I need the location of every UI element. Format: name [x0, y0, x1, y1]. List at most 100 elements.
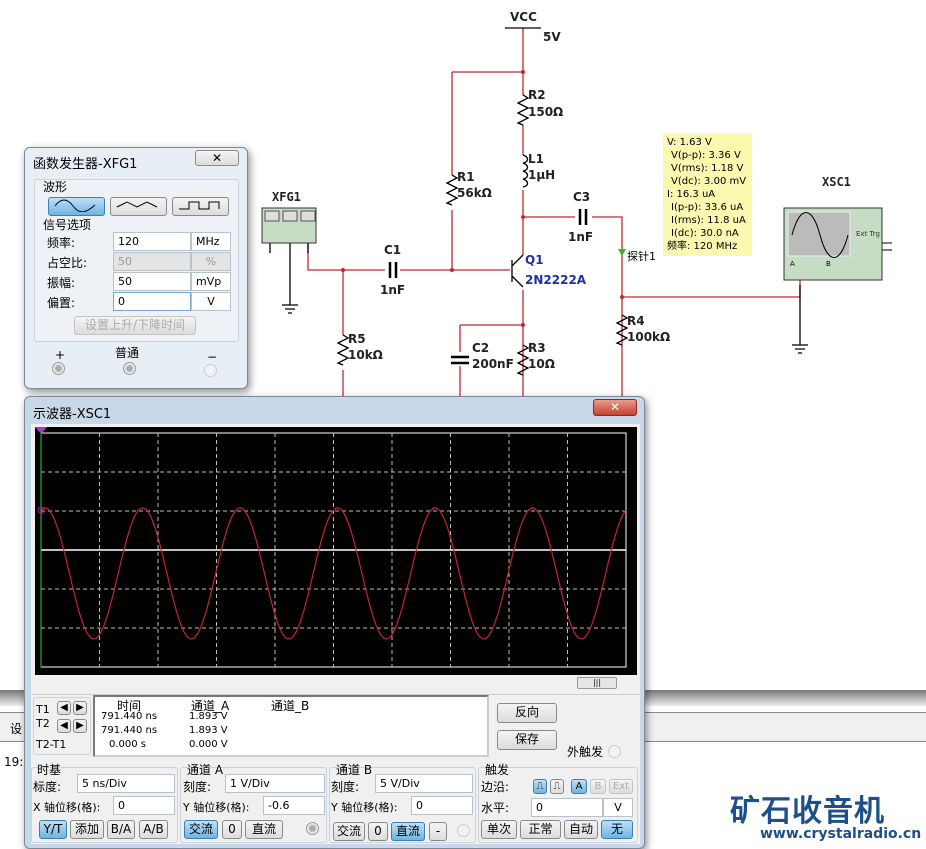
x-position-input[interactable]: 0: [113, 796, 175, 815]
trigger-source-b[interactable]: B: [590, 779, 606, 794]
channel-a-dc-button[interactable]: 直流: [245, 820, 283, 839]
ab-button[interactable]: A/B: [139, 820, 168, 839]
vcc-value: 5V: [543, 30, 561, 44]
channel-b-terminal[interactable]: [457, 824, 470, 837]
c2-value: 200nF: [472, 357, 514, 371]
amplitude-input[interactable]: 50: [113, 272, 191, 291]
t2-left-button[interactable]: ◀: [57, 719, 71, 733]
save-button[interactable]: 保存: [497, 730, 557, 750]
channel-b-dc-button[interactable]: 直流: [391, 822, 425, 841]
offset-unit[interactable]: V: [191, 292, 231, 311]
arrow-right-icon: ▶: [76, 720, 84, 731]
sine-wave-button[interactable]: [48, 197, 105, 216]
background-text: 19:: [4, 755, 24, 769]
plus-terminal[interactable]: [52, 362, 65, 375]
r1-name: R1: [457, 170, 475, 184]
square-wave-button[interactable]: [172, 197, 229, 216]
amplitude-unit[interactable]: mVp: [191, 272, 231, 291]
scope-screen[interactable]: [35, 427, 637, 675]
offset-label: 偏置:: [47, 296, 76, 310]
l1-value: 1µH: [528, 168, 556, 182]
channel-a-ypos-input[interactable]: -0.6: [263, 796, 325, 815]
r2-resistor: [516, 94, 530, 126]
q1-name: Q1: [525, 253, 544, 267]
channel-a-scale-input[interactable]: 1 V/Div: [225, 774, 325, 793]
triangle-wave-button[interactable]: [110, 197, 167, 216]
t1-channel-a: 1.893 V: [189, 711, 228, 722]
close-icon: ✕: [211, 151, 223, 165]
probe-reading: I(rms): 11.8 uA: [671, 215, 746, 226]
ext-trg-label: Ext Trg: [856, 230, 880, 238]
offset-input[interactable]: 0: [113, 292, 191, 311]
trigger-level-input[interactable]: 0: [531, 798, 603, 817]
channel-b-ypos-input[interactable]: 0: [411, 796, 473, 815]
c2-name: C2: [472, 341, 490, 355]
r3-value: 10Ω: [528, 357, 555, 371]
scope-background: [35, 427, 637, 675]
reverse-button[interactable]: 反向: [497, 703, 557, 723]
timebase-scale-input[interactable]: 5 ns/Div: [77, 774, 175, 793]
t1-right-button[interactable]: ▶: [73, 701, 87, 715]
ground-symbol: [282, 243, 298, 314]
t2-right-button[interactable]: ▶: [73, 719, 87, 733]
background-text: 设: [10, 722, 23, 736]
rising-edge-button[interactable]: ⎍: [533, 779, 547, 794]
probe-icon: [618, 249, 626, 256]
channel-b-minus-button[interactable]: -: [429, 822, 447, 841]
channel-b-scale-input[interactable]: 5 V/Div: [375, 774, 473, 793]
add-button[interactable]: 添加: [70, 820, 104, 839]
probe-reading: I(dc): 30.0 nA: [671, 228, 739, 239]
channel-a-ac-button[interactable]: 交流: [184, 820, 218, 839]
r3-name: R3: [528, 341, 546, 355]
frequency-label: 频率:: [47, 236, 76, 250]
frequency-unit[interactable]: MHz: [191, 232, 231, 251]
yt-button[interactable]: Y/T: [39, 820, 67, 839]
close-icon: ✕: [609, 400, 621, 414]
t1-label: T1: [36, 703, 50, 716]
t1-time: 791.440 ns: [101, 711, 158, 722]
timebase-scale-label: 标度:: [33, 780, 62, 794]
probe-reading: V: 1.63 V: [667, 137, 712, 148]
trigger-level-unit[interactable]: V: [603, 798, 633, 817]
probe-reading: V(p-p): 3.36 V: [671, 150, 741, 161]
trigger-normal-button[interactable]: 正常: [520, 820, 561, 839]
signal-options-label: 信号选项: [43, 218, 92, 232]
frequency-input[interactable]: 120: [113, 232, 191, 251]
r4-name: R4: [627, 314, 645, 328]
trigger-source-a[interactable]: A: [571, 779, 587, 794]
ext-trigger-terminal[interactable]: [608, 745, 621, 758]
t1-left-button[interactable]: ◀: [57, 701, 71, 715]
channel-a-zero-button[interactable]: 0: [222, 820, 242, 839]
triangle-icon: [116, 201, 157, 208]
close-button[interactable]: ✕: [195, 150, 239, 166]
c3-name: C3: [573, 190, 591, 204]
trigger-source-ext[interactable]: Ext: [609, 779, 633, 794]
minus-terminal-label: −: [207, 350, 218, 364]
r5-value: 10kΩ: [348, 348, 383, 362]
trigger-single-button[interactable]: 单次: [481, 820, 517, 839]
c1-name: C1: [384, 243, 402, 257]
r5-name: R5: [348, 332, 366, 346]
close-button[interactable]: ✕: [593, 399, 637, 416]
l1-inductor: [522, 154, 529, 188]
t2-label: T2: [36, 717, 50, 730]
window-title: 函数发生器-XFG1: [33, 157, 138, 172]
falling-edge-button[interactable]: ⎍: [550, 779, 564, 794]
horizontal-scrollbar[interactable]: |||: [577, 677, 617, 689]
common-terminal-label: 普通: [115, 346, 140, 360]
l1-name: L1: [528, 152, 544, 166]
trigger-auto-button[interactable]: 自动: [564, 820, 598, 839]
common-terminal[interactable]: [123, 362, 136, 375]
t2-t1-label: T2-T1: [36, 738, 67, 751]
watermark-url: www.crystalradio.cn: [760, 826, 922, 842]
probe-label[interactable]: 探针1: [627, 248, 656, 264]
ba-button[interactable]: B/A: [107, 820, 135, 839]
channel-a-terminal[interactable]: [306, 822, 319, 835]
minus-terminal[interactable]: [204, 364, 217, 377]
terminal-a-label: A: [790, 260, 795, 268]
xsc1-label: XSC1: [822, 175, 851, 189]
channel-b-ac-button[interactable]: 交流: [333, 822, 365, 841]
trigger-none-button[interactable]: 无: [601, 820, 633, 839]
channel-b-zero-button[interactable]: 0: [368, 822, 388, 841]
q1-model: 2N2222A: [525, 273, 587, 287]
